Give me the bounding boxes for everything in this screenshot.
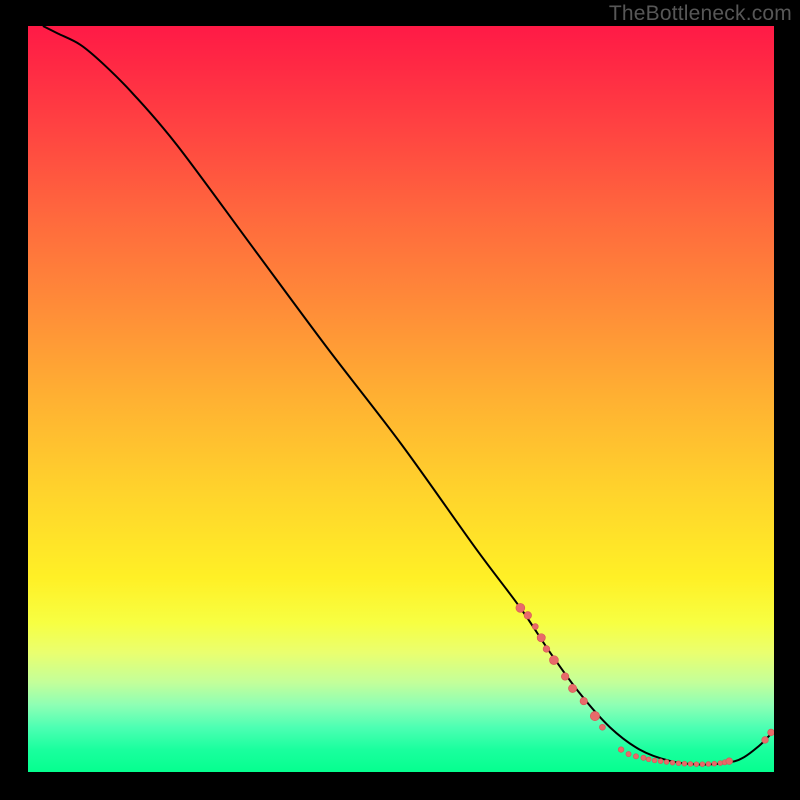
curve-marker	[676, 761, 681, 766]
curve-marker	[700, 762, 705, 767]
curve-marker	[762, 737, 769, 744]
curve-marker	[658, 759, 663, 764]
curve-marker	[726, 758, 733, 765]
curve-marker	[524, 612, 531, 619]
curve-marker	[580, 697, 587, 704]
curve-marker	[599, 724, 605, 730]
plot-area	[28, 26, 774, 772]
watermark-text: TheBottleneck.com	[609, 2, 792, 26]
curve-marker	[516, 603, 525, 612]
curve-marker	[646, 757, 651, 762]
curve-marker	[641, 755, 646, 760]
curve-marker	[549, 656, 558, 665]
chart-frame: TheBottleneck.com	[0, 0, 800, 800]
curve-marker	[618, 747, 624, 753]
curve-marker	[532, 624, 538, 630]
curve-marker	[590, 711, 599, 720]
curve-marker	[633, 754, 638, 759]
curve-marker	[561, 673, 568, 680]
curve-marker	[688, 762, 693, 767]
curve-marker	[670, 760, 675, 765]
curve-marker	[768, 729, 774, 736]
curve-marker	[706, 762, 711, 767]
curve-marker	[664, 760, 669, 765]
curve-layer	[28, 26, 774, 772]
curve-marker	[682, 761, 687, 766]
curve-marker	[537, 634, 545, 642]
curve-marker	[694, 762, 699, 767]
bottleneck-curve	[43, 26, 774, 765]
curve-marker	[652, 758, 657, 763]
curve-marker	[712, 761, 717, 766]
curve-marker	[568, 684, 576, 692]
curve-marker	[626, 751, 631, 756]
curve-marker	[543, 646, 550, 653]
